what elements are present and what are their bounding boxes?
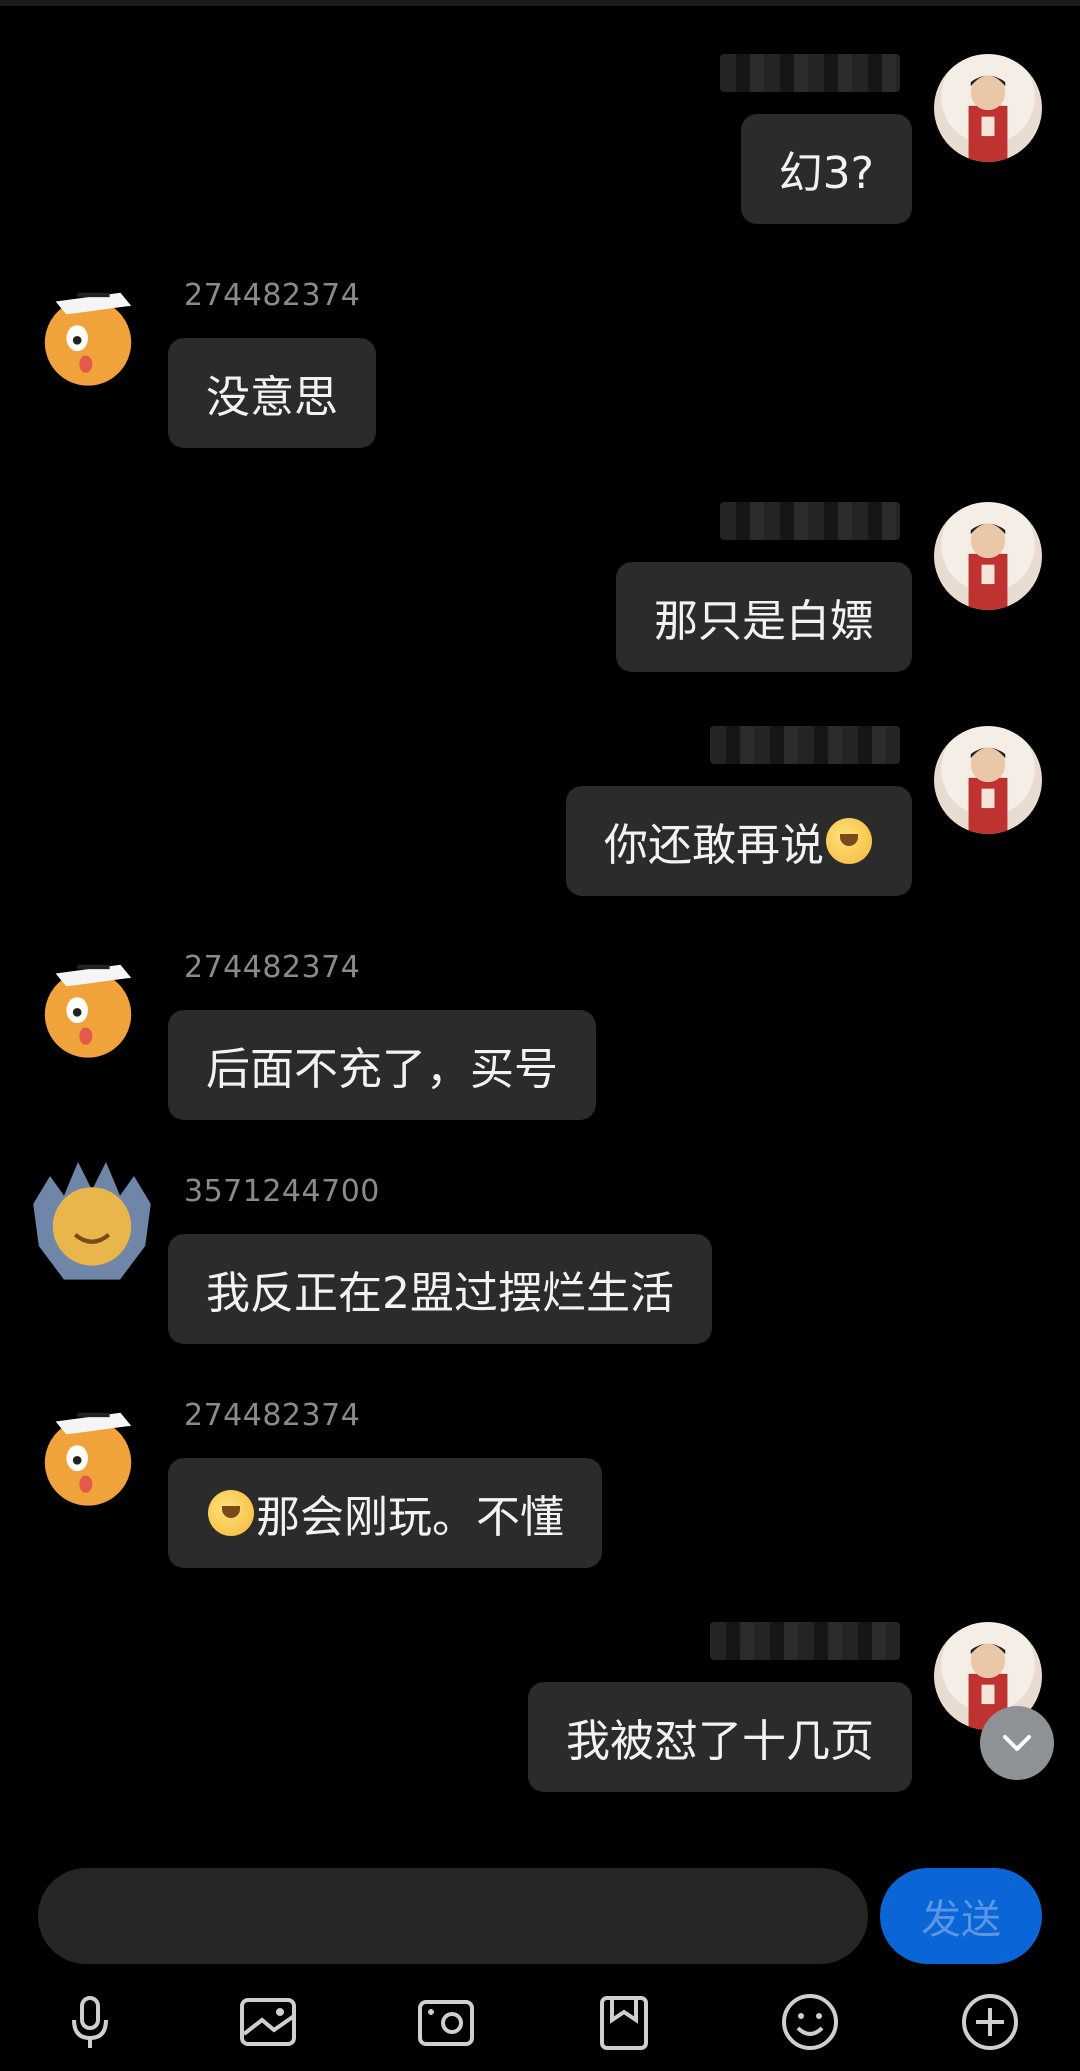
file-button[interactable] bbox=[584, 1982, 664, 2062]
message-bubble[interactable]: 后面不充了，买号 bbox=[168, 1010, 596, 1120]
shy-emoji-icon bbox=[208, 1490, 254, 1536]
sender-name-redacted bbox=[720, 54, 900, 92]
message-bubble[interactable]: 幻3? bbox=[740, 114, 912, 224]
message-text: 没意思 bbox=[206, 372, 338, 423]
message-text: 你还敢再说 bbox=[604, 820, 824, 871]
message-text: 那只是白嫖 bbox=[654, 596, 874, 647]
message-bubble[interactable]: 那会刚玩。不懂 bbox=[168, 1458, 602, 1568]
camera-icon bbox=[418, 2000, 474, 2046]
sender-name-redacted bbox=[710, 726, 900, 764]
contact-avatar[interactable] bbox=[22, 1144, 162, 1292]
sender-name-redacted bbox=[720, 502, 900, 540]
voice-button[interactable] bbox=[50, 1982, 130, 2062]
message-text: 后面不充了，买号 bbox=[206, 1044, 558, 1095]
status-bar-edge bbox=[0, 0, 1080, 6]
plus-icon bbox=[962, 1994, 1018, 2050]
message-bubble[interactable]: 没意思 bbox=[168, 338, 376, 448]
scroll-to-bottom-button[interactable] bbox=[980, 1706, 1054, 1780]
file-icon bbox=[600, 1996, 648, 2050]
more-button[interactable] bbox=[950, 1982, 1030, 2062]
image-icon bbox=[240, 1998, 296, 2046]
emoji-button[interactable] bbox=[770, 1982, 850, 2062]
sender-name: 274482374 bbox=[184, 278, 361, 313]
sender-name: 3571244700 bbox=[184, 1174, 380, 1209]
sender-name-redacted bbox=[710, 1622, 900, 1660]
message-bubble[interactable]: 你还敢再说 bbox=[566, 786, 912, 896]
message-input[interactable] bbox=[38, 1868, 868, 1964]
message-bubble[interactable]: 我反正在2盟过摆烂生活 bbox=[168, 1234, 712, 1344]
camera-button[interactable] bbox=[406, 1982, 486, 2062]
contact-avatar[interactable] bbox=[34, 282, 142, 390]
sender-name: 274482374 bbox=[184, 950, 361, 985]
image-button[interactable] bbox=[228, 1982, 308, 2062]
dog-emoji-icon bbox=[826, 818, 872, 864]
message-text: 我反正在2盟过摆烂生活 bbox=[206, 1268, 674, 1319]
my-avatar[interactable] bbox=[934, 502, 1042, 610]
my-avatar[interactable] bbox=[934, 54, 1042, 162]
send-button[interactable]: 发送 bbox=[880, 1868, 1042, 1964]
message-bubble[interactable]: 那只是白嫖 bbox=[616, 562, 912, 672]
message-text: 我被怼了十几页 bbox=[566, 1716, 874, 1767]
message-text: 幻3? bbox=[778, 148, 874, 199]
contact-avatar[interactable] bbox=[34, 1402, 142, 1510]
microphone-icon bbox=[72, 1996, 108, 2048]
chevron-down-icon bbox=[1003, 1735, 1031, 1751]
emoji-icon bbox=[782, 1994, 838, 2050]
contact-avatar[interactable] bbox=[34, 954, 142, 1062]
message-bubble[interactable]: 我被怼了十几页 bbox=[528, 1682, 912, 1792]
message-text: 那会刚玩。不懂 bbox=[256, 1492, 564, 1543]
sender-name: 274482374 bbox=[184, 1398, 361, 1433]
input-toolbar bbox=[0, 1982, 1080, 2062]
my-avatar[interactable] bbox=[934, 726, 1042, 834]
